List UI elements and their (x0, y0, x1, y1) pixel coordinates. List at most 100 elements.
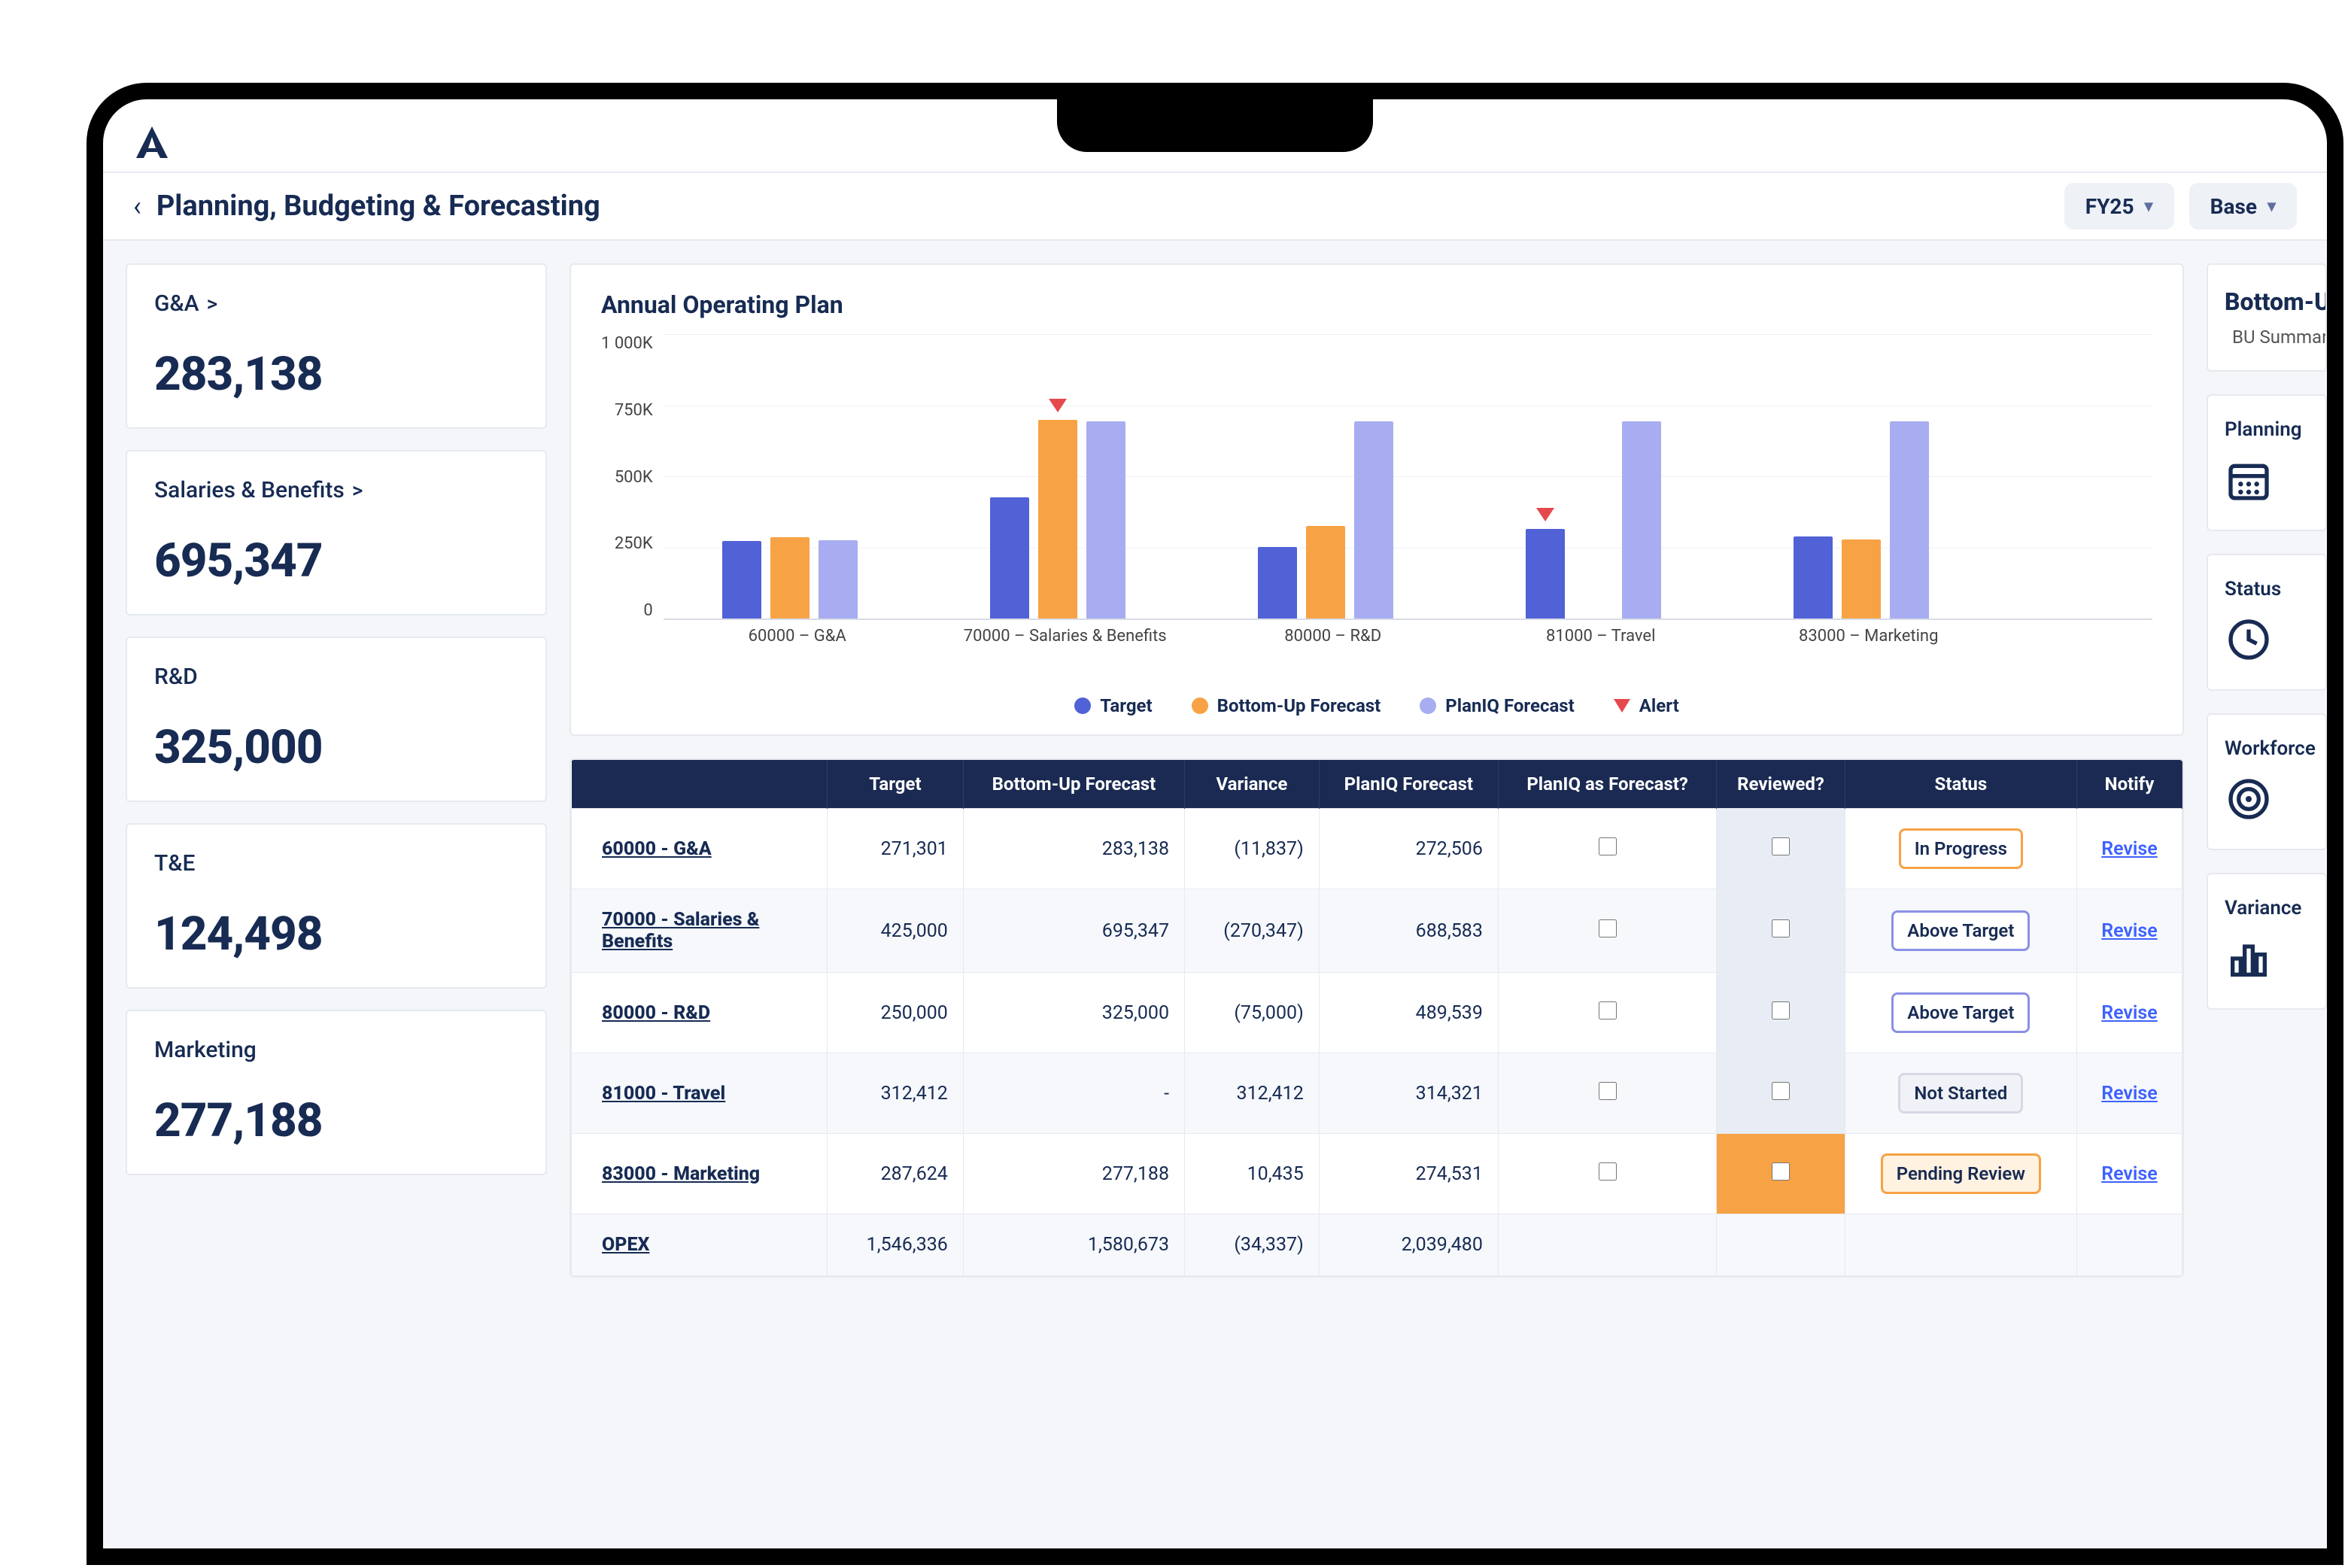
revise-link[interactable]: Revise (2101, 1163, 2158, 1185)
app-logo-icon (133, 123, 171, 161)
chart-bar-planiq (819, 540, 858, 618)
table-row: 60000 - G&A 271,301 283,138 (11,837) 272… (572, 809, 2182, 889)
middle-column: Annual Operating Plan 1 000K 750K 500K 2… (570, 263, 2184, 1548)
scenario-selector[interactable]: Base ▾ (2189, 183, 2297, 229)
cell-planiq: 688,583 (1319, 889, 1498, 973)
right-card-label: Workforce (2225, 737, 2309, 760)
chart-bar-planiq (1622, 421, 1661, 618)
account-link[interactable]: 70000 - Salaries & Benefits (572, 889, 828, 973)
right-card-variance[interactable]: Variance (2207, 873, 2327, 1010)
stat-label: G&A (154, 290, 199, 317)
stat-card-marketing[interactable]: Marketing 277,188 (126, 1010, 547, 1175)
chart-bar-group: 83000 – Marketing (1794, 421, 1944, 618)
table-row: 81000 - Travel 312,412 - 312,412 314,321… (572, 1053, 2182, 1134)
revise-link[interactable]: Revise (2101, 1083, 2158, 1105)
planiq-as-forecast-checkbox[interactable] (1599, 1162, 1617, 1181)
right-card-planning[interactable]: Planning (2207, 394, 2327, 531)
reviewed-checkbox[interactable] (1772, 1162, 1790, 1181)
alert-icon (1536, 508, 1554, 521)
planiq-as-forecast-checkbox[interactable] (1599, 1082, 1617, 1100)
planiq-as-forecast-checkbox[interactable] (1599, 919, 1617, 937)
stat-card-rd[interactable]: R&D 325,000 (126, 637, 547, 802)
cell-bottomup: 695,347 (963, 889, 1184, 973)
stat-card-column: G&A > 283,138 Salaries & Benefits > 695,… (126, 263, 547, 1548)
account-link[interactable]: 60000 - G&A (572, 809, 828, 889)
calendar-icon (2225, 456, 2273, 504)
cell-bottomup: 325,000 (963, 973, 1184, 1053)
cell-target: 250,000 (828, 973, 964, 1053)
chart-bar-target (1526, 529, 1565, 618)
chart-bar-planiq (1086, 421, 1125, 618)
legend-item-bottomup: Bottom-Up Forecast (1192, 695, 1381, 716)
cell-target: 287,624 (828, 1134, 964, 1214)
stat-card-te[interactable]: T&E 124,498 (126, 823, 547, 989)
device-frame: ‹ Planning, Budgeting & Forecasting FY25… (87, 83, 2343, 1565)
status-badge: Pending Review (1881, 1153, 2041, 1194)
chart-category-label: 60000 – G&A (692, 627, 903, 646)
col-variance: Variance (1185, 760, 1320, 809)
chart-bar-bottomup (1306, 526, 1345, 619)
cell-variance: 312,412 (1185, 1053, 1320, 1134)
reviewed-checkbox[interactable] (1772, 919, 1790, 937)
legend-item-planiq: PlanIQ Forecast (1420, 695, 1574, 716)
col-planiq-as-forecast: PlanIQ as Forecast? (1498, 760, 1716, 809)
chevron-right-icon: > (352, 478, 363, 503)
fy-selector[interactable]: FY25 ▾ (2064, 183, 2174, 229)
y-tick: 1 000K (601, 334, 653, 353)
cell-planiq: 2,039,480 (1319, 1214, 1498, 1276)
reviewed-checkbox[interactable] (1772, 837, 1790, 855)
chart-bar-planiq (1354, 421, 1393, 618)
right-card-workforce[interactable]: Workforce (2207, 713, 2327, 850)
dashboard-body: G&A > 283,138 Salaries & Benefits > 695,… (103, 241, 2327, 1548)
right-panel: Bottom-Up Forecast BU Summary Planning S… (2207, 263, 2327, 1548)
revise-link[interactable]: Revise (2101, 920, 2158, 942)
chart-category-label: 83000 – Marketing (1763, 627, 1974, 646)
clock-icon (2225, 615, 2273, 664)
planiq-as-forecast-checkbox[interactable] (1599, 1001, 1617, 1020)
right-card-label: Planning (2225, 418, 2309, 441)
account-total-label[interactable]: OPEX (572, 1214, 828, 1276)
chart-title: Annual Operating Plan (601, 290, 2152, 319)
account-link[interactable]: 80000 - R&D (572, 973, 828, 1053)
cell-target: 271,301 (828, 809, 964, 889)
col-status: Status (1845, 760, 2076, 809)
right-card-label: Status (2225, 578, 2309, 600)
cell-planiq: 272,506 (1319, 809, 1498, 889)
stat-value: 283,138 (154, 347, 518, 402)
right-card-forecast[interactable]: Bottom-Up Forecast BU Summary (2207, 263, 2327, 372)
cell-planiq: 274,531 (1319, 1134, 1498, 1214)
chart-plot-area: 60000 – G&A70000 – Salaries & Benefits80… (664, 334, 2152, 620)
chart-bar-bottomup (1842, 539, 1881, 618)
cell-bottomup: 1,580,673 (963, 1214, 1184, 1276)
planiq-as-forecast-checkbox[interactable] (1599, 837, 1617, 855)
status-badge: Above Target (1891, 992, 2030, 1033)
revise-link[interactable]: Revise (2101, 1002, 2158, 1024)
bar-chart-icon (2225, 934, 2273, 983)
cell-bottomup: 283,138 (963, 809, 1184, 889)
back-icon[interactable]: ‹ (133, 190, 141, 222)
col-bottomup: Bottom-Up Forecast (963, 760, 1184, 809)
chart-bar-target (1258, 547, 1297, 618)
chart-bar-target (722, 541, 761, 618)
scenario-selector-label: Base (2210, 194, 2257, 219)
revise-link[interactable]: Revise (2101, 838, 2158, 860)
chart-category-label: 81000 – Travel (1496, 627, 1706, 646)
stat-card-salaries[interactable]: Salaries & Benefits > 695,347 (126, 450, 547, 615)
table-row: 83000 - Marketing 287,624 277,188 10,435… (572, 1134, 2182, 1214)
right-card-label: Variance (2225, 897, 2309, 919)
col-planiq: PlanIQ Forecast (1319, 760, 1498, 809)
y-tick: 0 (601, 601, 653, 620)
table-row: 80000 - R&D 250,000 325,000 (75,000) 489… (572, 973, 2182, 1053)
legend-item-target: Target (1074, 695, 1152, 716)
reviewed-checkbox[interactable] (1772, 1082, 1790, 1100)
y-tick: 250K (601, 534, 653, 553)
reviewed-checkbox[interactable] (1772, 1001, 1790, 1020)
page-title: Planning, Budgeting & Forecasting (156, 190, 600, 223)
account-link[interactable]: 81000 - Travel (572, 1053, 828, 1134)
right-card-status[interactable]: Status (2207, 554, 2327, 691)
table-header: Target Bottom-Up Forecast Variance PlanI… (572, 760, 2182, 809)
stat-card-ga[interactable]: G&A > 283,138 (126, 263, 547, 429)
chart-bar-target (1794, 536, 1833, 618)
account-link[interactable]: 83000 - Marketing (572, 1134, 828, 1214)
cell-target: 312,412 (828, 1053, 964, 1134)
